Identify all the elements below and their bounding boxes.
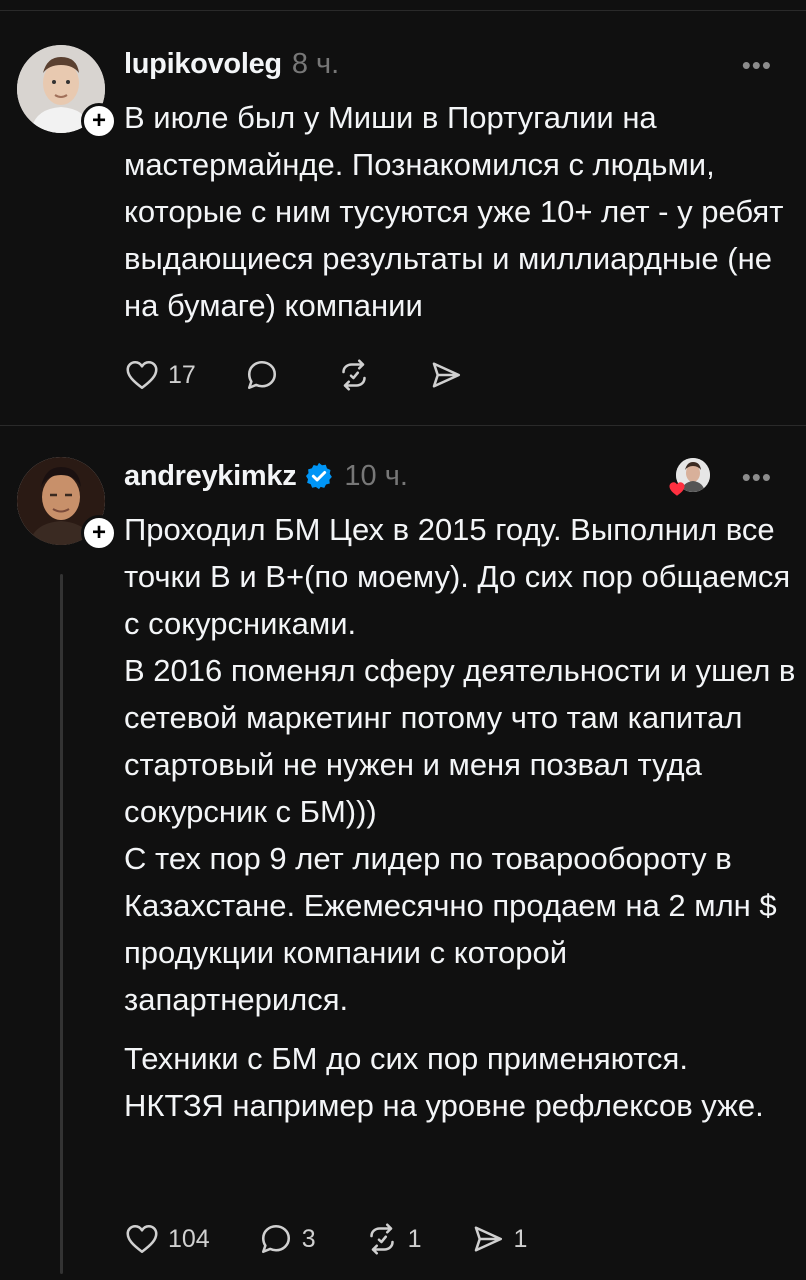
more-options-icon[interactable]: ••• xyxy=(742,50,772,81)
post-text: В июле был у Миши в Португалии на мастер… xyxy=(124,94,796,329)
like-button[interactable]: 104 xyxy=(124,1221,210,1257)
avatar-wrap[interactable]: + xyxy=(17,457,117,551)
post-paragraph: В июле был у Миши в Португалии на мастер… xyxy=(124,100,784,323)
reply-count: 3 xyxy=(301,1224,316,1253)
timestamp: 8 ч. xyxy=(291,47,340,80)
follow-plus-icon[interactable]: + xyxy=(81,515,117,551)
heart-icon xyxy=(126,360,158,390)
more-options-icon[interactable]: ••• xyxy=(742,462,772,493)
timestamp: 10 ч. xyxy=(344,459,408,492)
post-paragraph: Техники с БМ до сих пор применяются. НКТ… xyxy=(124,1041,764,1123)
post-text: Проходил БМ Цех в 2015 году. Выполнил вс… xyxy=(124,506,796,1129)
plus-glyph: + xyxy=(91,107,106,134)
send-icon xyxy=(474,1226,502,1252)
repost-icon xyxy=(342,359,366,391)
post-1: + lupikovoleg 8 ч. ••• В июле был у Миши… xyxy=(0,0,806,425)
like-count: 104 xyxy=(168,1224,210,1253)
repost-count: 1 xyxy=(407,1224,422,1253)
username[interactable]: andreykimkz xyxy=(124,460,297,493)
liked-heart-icon xyxy=(669,482,685,496)
share-count: 1 xyxy=(513,1224,528,1253)
verified-badge-icon xyxy=(306,462,333,490)
thread-line xyxy=(60,574,63,1274)
repost-icon xyxy=(369,1223,394,1255)
avatar-wrap[interactable]: + xyxy=(17,45,117,139)
heart-icon xyxy=(126,1224,158,1254)
comment-icon xyxy=(261,1224,290,1254)
action-bar: 17 xyxy=(124,355,520,395)
plus-glyph: + xyxy=(91,519,106,546)
comment-icon xyxy=(247,360,276,390)
reply-button[interactable] xyxy=(244,357,288,393)
username[interactable]: lupikovoleg xyxy=(124,48,282,81)
repost-button[interactable]: 1 xyxy=(364,1221,422,1257)
post-paragraph: Проходил БМ Цех в 2015 году. Выполнил вс… xyxy=(124,512,796,1017)
follow-plus-icon[interactable]: + xyxy=(81,103,117,139)
action-bar: 104 3 1 1 xyxy=(124,1219,575,1259)
post-header: lupikovoleg 8 ч. xyxy=(124,46,339,82)
reply-button[interactable]: 3 xyxy=(258,1221,316,1257)
like-count: 17 xyxy=(168,360,196,389)
repost-button[interactable] xyxy=(336,357,380,393)
post-2: + andreykimkz 10 ч. ••• Проходил БМ Цех … xyxy=(0,426,806,1280)
share-button[interactable] xyxy=(428,357,472,393)
send-icon xyxy=(432,362,460,388)
share-button[interactable]: 1 xyxy=(470,1221,528,1257)
like-button[interactable]: 17 xyxy=(124,357,196,393)
post-header: andreykimkz 10 ч. xyxy=(124,458,408,494)
